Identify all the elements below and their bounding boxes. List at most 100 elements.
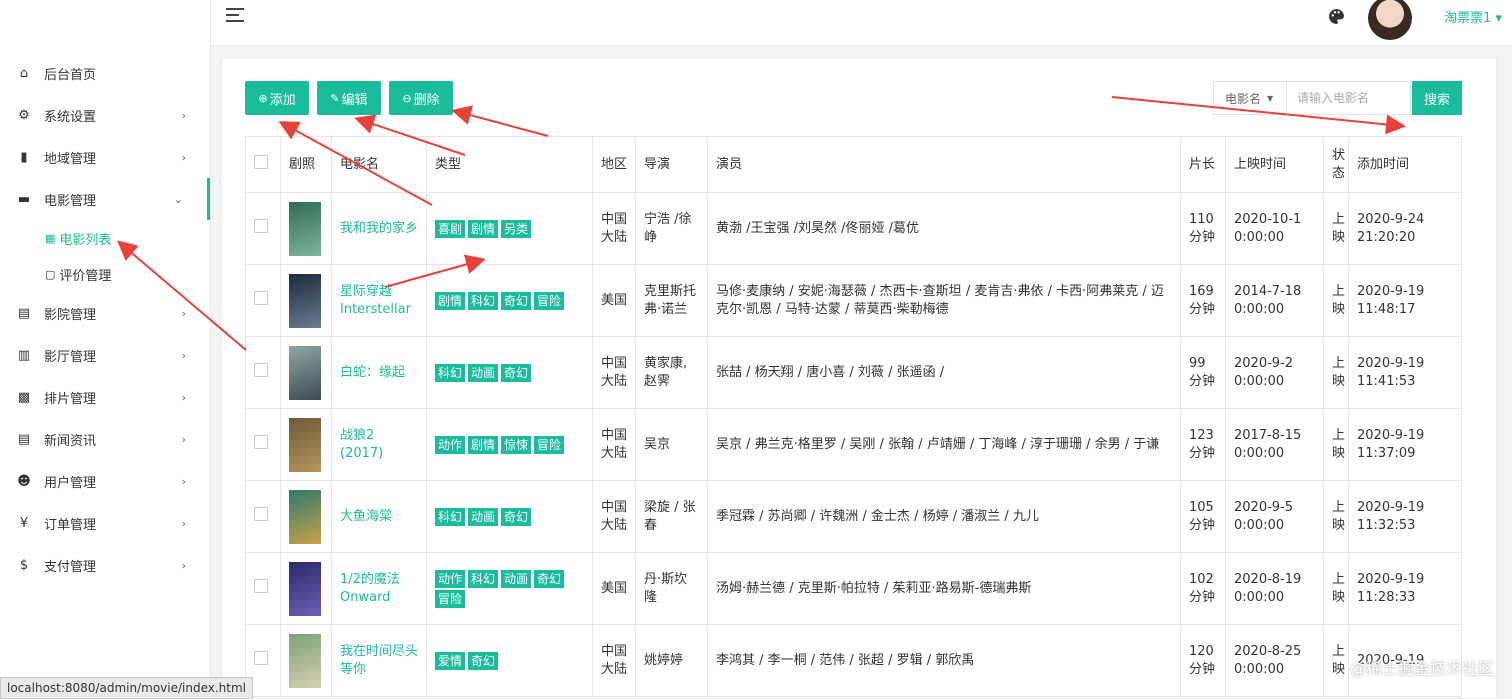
genre-tag: 动画	[468, 507, 499, 526]
add-button[interactable]: ⊕ 添加	[245, 81, 309, 115]
row-checkbox[interactable]	[254, 434, 268, 449]
genre-tag: 科幻	[435, 507, 466, 526]
genre-tag: 科幻	[468, 569, 499, 588]
table-header-row: 剧照 电影名 类型 地区 导演 演员 片长 上映时间 状态 添加时间	[245, 136, 1462, 193]
column-header: 添加时间	[1348, 136, 1462, 193]
column-header: 电影名	[331, 136, 427, 193]
table-row: 大鱼海棠 科幻 动画 奇幻 中国大陆 梁旋 / 张春 季冠霖 / 苏尚卿 / 许魏洲 / 金…	[245, 480, 1462, 553]
region-cell: 中国大陆	[592, 336, 636, 409]
title-cell: 战狼2 (2017)	[331, 408, 427, 481]
sidebar-subitem[interactable]: ▦ 电影列表	[0, 220, 210, 256]
user-menu[interactable]: 淘票票1 ▾	[1444, 7, 1502, 26]
search-bar: 电影名▼ 搜索	[1213, 81, 1462, 115]
added-date-cell: 2020-9-19 11:41:53	[1348, 336, 1462, 409]
sidebar-item[interactable]: ▥ 影厅管理 ›	[0, 334, 210, 376]
row-checkbox[interactable]	[254, 578, 268, 593]
minus-circle-icon: ⊖	[402, 91, 412, 105]
director-cell: 宁浩 /徐峥	[635, 192, 708, 265]
search-input[interactable]	[1287, 81, 1411, 115]
menu-toggle-icon[interactable]	[226, 8, 244, 24]
table-row: 我和我的家乡 喜剧 剧情 另类 中国大陆 宁浩 /徐峥 黄渤 /王宝强 /刘昊然 /佟丽娅 …	[245, 192, 1462, 265]
cinema-icon: ▤	[17, 305, 31, 321]
director-cell: 吴京	[635, 408, 708, 481]
row-checkbox[interactable]	[254, 290, 268, 305]
search-button[interactable]: 搜索	[1412, 81, 1462, 115]
movie-title-link[interactable]: 战狼2 (2017)	[340, 428, 383, 461]
sidebar-item[interactable]: $ 支付管理 ›	[0, 544, 210, 586]
column-header: 演员	[707, 136, 1181, 193]
palette-icon[interactable]	[1328, 8, 1345, 25]
sidebar-item[interactable]: ¥ 订单管理 ›	[0, 502, 210, 544]
delete-button[interactable]: ⊖ 删除	[389, 81, 453, 115]
director-cell: 克里斯托弗·诺兰	[635, 264, 708, 337]
movie-title-link[interactable]: 我和我的家乡	[340, 221, 418, 236]
film-icon: ▬	[17, 191, 31, 207]
row-select-cell	[245, 408, 281, 481]
genre-tag: 科幻	[468, 291, 499, 310]
dollar-icon: $	[19, 557, 29, 573]
length-cell: 110分钟	[1180, 192, 1226, 265]
sidebar-item[interactable]: ▬ 电影管理 ⌄	[0, 178, 210, 220]
chevron-icon: ›	[181, 150, 186, 164]
sidebar-nav: ⌂ 后台首页 ⚙ 系统设置 › ▮ 地域管理 › ▬ 电影管理 ⌄ ▦ 电影列表 ▢ 评价管理 ▤ 影院管理 › ▥…	[0, 52, 210, 586]
poster-cell	[280, 408, 332, 481]
map-icon: ▮	[20, 149, 28, 165]
comment-icon: ▢	[45, 267, 56, 281]
genre-tag: 奇幻	[501, 291, 532, 310]
plus-circle-icon: ⊕	[258, 91, 268, 105]
status-cell: 上映	[1323, 408, 1349, 481]
column-header	[245, 136, 281, 193]
avatar[interactable]	[1368, 0, 1412, 40]
poster-cell	[280, 192, 332, 265]
sidebar-item[interactable]: ⌂ 后台首页	[0, 52, 210, 94]
genre-tag: 剧情	[468, 219, 499, 238]
genre-tag: 剧情	[435, 291, 466, 310]
movie-title-link[interactable]: 星际穿越 Interstellar	[340, 284, 411, 317]
title-cell: 我在时间尽头等你	[331, 624, 427, 697]
director-cell: 姚婷婷	[635, 624, 708, 697]
caret-down-icon: ▼	[1267, 93, 1274, 103]
poster-cell	[280, 336, 332, 409]
select-all-checkbox[interactable]	[254, 154, 268, 169]
search-field-select[interactable]: 电影名 ▼	[1213, 81, 1287, 115]
movie-title-link[interactable]: 白蛇：缘起	[340, 365, 405, 380]
chevron-icon: ›	[181, 558, 186, 572]
genre-tag: 惊悚	[501, 435, 532, 454]
title-cell: 星际穿越 Interstellar	[331, 264, 427, 337]
length-cell: 105分钟	[1180, 480, 1226, 553]
movie-poster	[289, 561, 321, 616]
sidebar-subitem[interactable]: ▢ 评价管理	[0, 256, 210, 292]
movie-title-link[interactable]: 我在时间尽头等你	[340, 644, 418, 677]
row-checkbox[interactable]	[254, 506, 268, 521]
poster-cell	[280, 552, 332, 625]
length-cell: 120分钟	[1180, 624, 1226, 697]
row-checkbox[interactable]	[254, 218, 268, 233]
edit-button[interactable]: ✎ 编辑	[317, 81, 381, 115]
home-icon: ⌂	[19, 65, 29, 81]
row-checkbox[interactable]	[254, 362, 268, 377]
release-date-cell: 2020-8-19 0:00:00	[1225, 552, 1324, 625]
sidebar-item-label: 地域管理	[44, 151, 97, 167]
sidebar-item[interactable]: ⚙ 系统设置 ›	[0, 94, 210, 136]
sidebar-item[interactable]: ▤ 影院管理 ›	[0, 292, 210, 334]
sidebar-item[interactable]: ☻ 用户管理 ›	[0, 460, 210, 502]
status-cell: 上映	[1323, 192, 1349, 265]
chevron-icon: ›	[181, 390, 186, 404]
actors-cell: 李鸿其 / 李一桐 / 范伟 / 张超 / 罗辑 / 郭欣禹	[707, 624, 1181, 697]
length-cell: 99分钟	[1180, 336, 1226, 409]
row-checkbox[interactable]	[254, 650, 268, 665]
region-cell: 美国	[592, 264, 636, 337]
movie-title-link[interactable]: 1/2的魔法 Onward	[340, 572, 400, 605]
sidebar-item[interactable]: ▮ 地域管理 ›	[0, 136, 210, 178]
row-select-cell	[245, 192, 281, 265]
movie-title-link[interactable]: 大鱼海棠	[340, 509, 392, 524]
status-cell: 上映	[1323, 624, 1349, 697]
sidebar-item[interactable]: ▩ 排片管理 ›	[0, 376, 210, 418]
added-date-cell: 2020-9-19 11:28:33	[1348, 552, 1462, 625]
region-cell: 美国	[592, 552, 636, 625]
movie-poster	[289, 489, 321, 544]
sidebar-item[interactable]: ▤ 新闻资讯 ›	[0, 418, 210, 460]
genre-tag: 奇幻	[501, 507, 532, 526]
length-cell: 123分钟	[1180, 408, 1226, 481]
genre-tag: 科幻	[435, 363, 466, 382]
